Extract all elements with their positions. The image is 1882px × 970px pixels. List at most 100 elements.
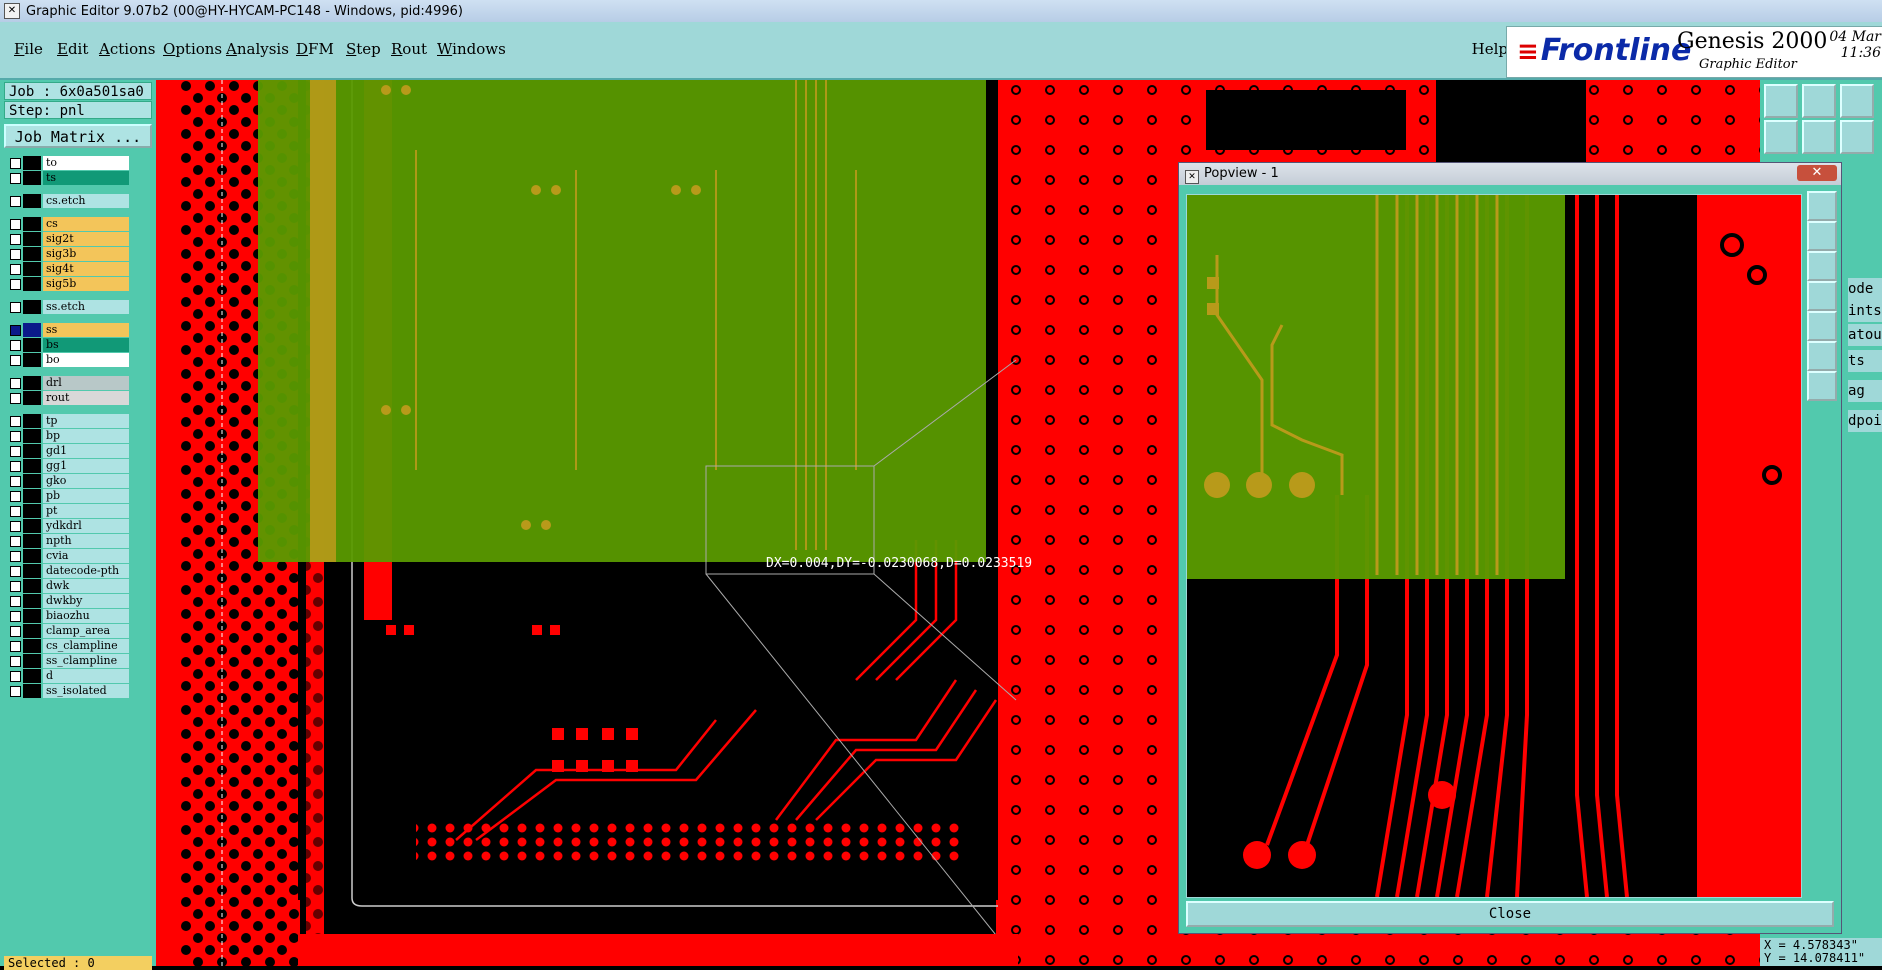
layer-color-swatch[interactable] (23, 391, 41, 405)
layer-checkbox[interactable] (10, 596, 21, 607)
layer-name[interactable]: gko (43, 474, 129, 488)
layer-color-swatch[interactable] (23, 376, 41, 390)
layer-checkbox[interactable] (10, 491, 21, 502)
layer-row[interactable]: sig4t (6, 262, 129, 276)
layer-checkbox[interactable] (10, 581, 21, 592)
layer-checkbox[interactable] (10, 506, 21, 517)
layer-checkbox[interactable] (10, 461, 21, 472)
layer-row[interactable]: gko (6, 474, 129, 488)
layer-checkbox[interactable] (10, 378, 21, 389)
layer-checkbox[interactable] (10, 234, 21, 245)
layer-row[interactable]: rout (6, 391, 129, 405)
layer-checkbox[interactable] (10, 611, 21, 622)
layer-row[interactable]: dwk (6, 579, 129, 593)
layer-row[interactable]: d (6, 669, 129, 683)
layer-checkbox[interactable] (10, 671, 21, 682)
layer-name[interactable]: bo (43, 353, 129, 367)
layer-row[interactable]: ss_isolated (6, 684, 129, 698)
layer-name[interactable]: sig4t (43, 262, 129, 276)
layer-color-swatch[interactable] (23, 217, 41, 231)
layer-name[interactable]: ss_clampline (43, 654, 129, 668)
layer-name[interactable]: pb (43, 489, 129, 503)
layer-name[interactable]: bp (43, 429, 129, 443)
layer-color-swatch[interactable] (23, 338, 41, 352)
layer-row[interactable]: bo (6, 353, 129, 367)
menu-help[interactable]: Help (1472, 40, 1508, 58)
layer-name[interactable]: sig3b (43, 247, 129, 261)
layer-name[interactable]: biaozhu (43, 609, 129, 623)
layer-row[interactable]: drl (6, 376, 129, 390)
layer-checkbox[interactable] (10, 431, 21, 442)
zoom-out-button[interactable] (1840, 84, 1874, 118)
layer-checkbox[interactable] (10, 325, 21, 336)
popview-titlebar[interactable]: ✕ Popview - 1 ✕ (1179, 163, 1841, 185)
layer-checkbox[interactable] (10, 476, 21, 487)
layer-name[interactable]: npth (43, 534, 129, 548)
layer-checkbox[interactable] (10, 340, 21, 351)
layer-color-swatch[interactable] (23, 489, 41, 503)
layer-row[interactable]: biaozhu (6, 609, 129, 623)
layer-name[interactable]: cvia (43, 549, 129, 563)
layer-color-swatch[interactable] (23, 684, 41, 698)
layer-row[interactable]: to (6, 156, 129, 170)
layer-name[interactable]: rout (43, 391, 129, 405)
popview-pan-left-button[interactable] (1807, 281, 1837, 311)
layer-color-swatch[interactable] (23, 414, 41, 428)
layer-row[interactable]: gd1 (6, 444, 129, 458)
popview-zoom-in-button[interactable] (1807, 221, 1837, 251)
layer-checkbox[interactable] (10, 355, 21, 366)
layer-name[interactable]: cs (43, 217, 129, 231)
layer-color-swatch[interactable] (23, 504, 41, 518)
layer-color-swatch[interactable] (23, 534, 41, 548)
layer-color-swatch[interactable] (23, 262, 41, 276)
layer-name[interactable]: to (43, 156, 129, 170)
layer-checkbox[interactable] (10, 416, 21, 427)
layer-row[interactable]: cs_clampline (6, 639, 129, 653)
menu-file[interactable]: File (14, 40, 43, 58)
layer-color-swatch[interactable] (23, 277, 41, 291)
popview-zoom-out-button[interactable] (1807, 251, 1837, 281)
layer-color-swatch[interactable] (23, 594, 41, 608)
layer-checkbox[interactable] (10, 686, 21, 697)
points-label[interactable]: ints (1848, 300, 1882, 322)
layer-name[interactable]: pt (43, 504, 129, 518)
layer-color-swatch[interactable] (23, 194, 41, 208)
layer-checkbox[interactable] (10, 566, 21, 577)
layer-row[interactable]: gg1 (6, 459, 129, 473)
layer-color-swatch[interactable] (23, 564, 41, 578)
popview-center-button[interactable] (1807, 371, 1837, 401)
layer-checkbox[interactable] (10, 536, 21, 547)
layer-checkbox[interactable] (10, 219, 21, 230)
layer-row[interactable]: bp (6, 429, 129, 443)
layer-row[interactable]: tp (6, 414, 129, 428)
layer-row[interactable]: ydkdrl (6, 519, 129, 533)
popview-canvas[interactable] (1186, 194, 1802, 898)
popview-expand-button[interactable] (1807, 341, 1837, 371)
menu-actions[interactable]: Actions (99, 40, 155, 58)
layer-row[interactable]: dwkby (6, 594, 129, 608)
layer-name[interactable]: clamp_area (43, 624, 129, 638)
layer-name[interactable]: ts (43, 171, 129, 185)
mode-label[interactable]: ode (1848, 278, 1882, 300)
layer-row[interactable]: npth (6, 534, 129, 548)
layer-name[interactable]: ss.etch (43, 300, 129, 314)
pan-left-button[interactable] (1764, 120, 1798, 154)
layer-checkbox[interactable] (10, 279, 21, 290)
layer-checkbox[interactable] (10, 302, 21, 313)
layer-name[interactable]: ss (43, 323, 129, 337)
layer-name[interactable]: dwkby (43, 594, 129, 608)
zoom-home-button[interactable] (1764, 84, 1798, 118)
menu-dfm[interactable]: DFM (296, 40, 334, 58)
layer-checkbox[interactable] (10, 521, 21, 532)
layer-name[interactable]: gd1 (43, 444, 129, 458)
popview-close-button[interactable]: Close (1186, 901, 1834, 927)
layer-color-swatch[interactable] (23, 579, 41, 593)
layer-row[interactable]: ss.etch (6, 300, 129, 314)
layer-color-swatch[interactable] (23, 232, 41, 246)
menu-edit[interactable]: Edit (57, 40, 88, 58)
zoom-in-button[interactable] (1802, 84, 1836, 118)
layer-name[interactable]: cs.etch (43, 194, 129, 208)
layer-name[interactable]: cs_clampline (43, 639, 129, 653)
menu-analysis[interactable]: Analysis (226, 40, 289, 58)
layer-color-swatch[interactable] (23, 156, 41, 170)
